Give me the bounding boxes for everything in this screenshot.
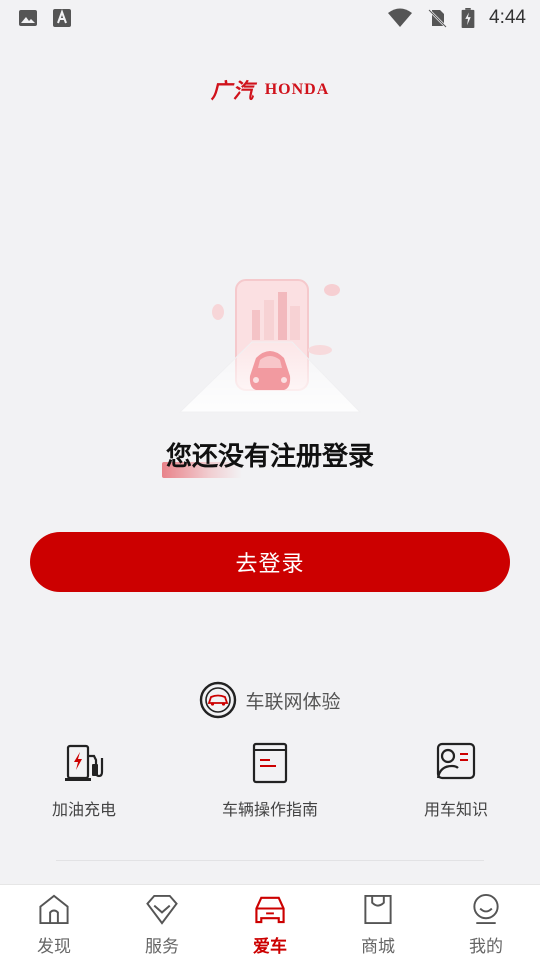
home-icon: [39, 894, 69, 925]
nav-item-mall[interactable]: 商城: [324, 893, 432, 957]
car-steering-icon: [200, 681, 237, 719]
status-time: 4:44: [489, 7, 526, 28]
nav-item-service[interactable]: 服务: [108, 893, 216, 957]
status-right: 4:44: [387, 7, 526, 29]
nav-label-mine: 我的: [469, 937, 503, 957]
car-on-phone-illustration: [178, 279, 362, 413]
divider: [56, 860, 484, 861]
shortcut-manual-label: 车辆操作指南: [221, 800, 318, 819]
nav-label-discover: 发现: [37, 937, 71, 957]
empty-state-title-text: 您还没有注册登录: [165, 442, 374, 472]
login-button[interactable]: 去登录: [30, 532, 510, 592]
nav-item-my-car[interactable]: 爱车: [216, 893, 324, 957]
connected-car-label: 车联网体验: [245, 690, 341, 713]
shortcut-manual[interactable]: 车辆操作指南: [190, 740, 350, 830]
status-bar: 4:44: [0, 0, 540, 36]
nav-item-discover[interactable]: 发现: [0, 893, 108, 957]
battery-charging-icon: [461, 8, 475, 28]
no-sim-icon: [428, 9, 447, 28]
fuel-charge-icon: [65, 744, 104, 781]
status-left: [18, 8, 72, 28]
bottom-nav: 发现 服务 爱车 商城 我的: [0, 884, 540, 960]
diamond-icon: [146, 894, 178, 925]
connected-car-section[interactable]: 车联网体验: [0, 680, 540, 720]
brand-logo: 广汽 HONDA: [0, 76, 540, 104]
shopping-bag-icon: [364, 894, 392, 925]
user-icon: [473, 893, 499, 925]
nav-item-mine[interactable]: 我的: [432, 893, 540, 957]
wifi-icon: [388, 8, 413, 27]
brand-name-en: HONDA: [264, 81, 330, 98]
nav-label-mall: 商城: [361, 937, 395, 957]
shortcuts-row: 加油充电 车辆操作指南 用车知识: [0, 740, 540, 830]
shortcut-fuel-charge[interactable]: 加油充电: [4, 740, 164, 830]
shortcut-fuel-charge-label: 加油充电: [51, 800, 116, 819]
shortcut-knowledge-label: 用车知识: [423, 800, 488, 819]
image-icon: [19, 10, 37, 26]
empty-state-title: 您还没有注册登录: [0, 436, 540, 473]
nav-label-my-car: 爱车: [253, 937, 287, 957]
a-text-icon: [53, 9, 71, 27]
nav-label-service: 服务: [145, 937, 179, 957]
brand-name-cn: 广汽: [210, 79, 255, 103]
knowledge-card-icon: [436, 742, 476, 780]
shortcut-knowledge[interactable]: 用车知识: [376, 740, 536, 830]
car-icon: [255, 896, 285, 924]
manual-book-icon: [252, 742, 288, 784]
